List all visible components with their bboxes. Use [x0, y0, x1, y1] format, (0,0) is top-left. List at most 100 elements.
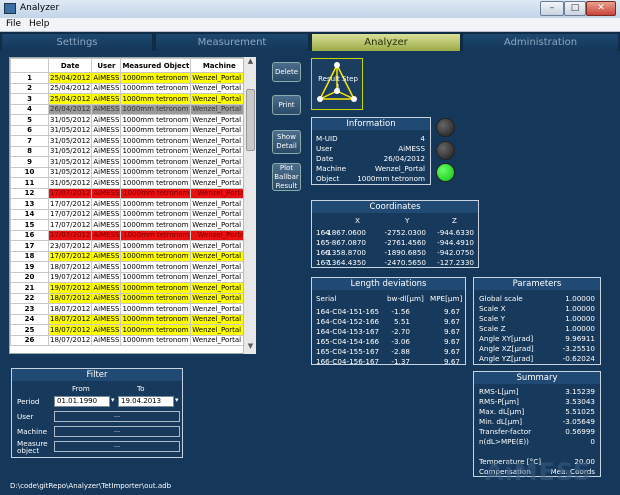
table-row[interactable]: 9 31/05/2012 AiMESS 1000mm tetronom Wenzel_P…: [10, 156, 249, 168]
table-cell: AiMESS: [91, 135, 122, 147]
table-row[interactable]: 1 25/04/2012 AiMESS 1000mm tetronom Wenzel_P…: [10, 72, 249, 84]
table-row[interactable]: 17 23/07/2012 AiMESS 1000mm tetronom Wenzel_…: [10, 240, 249, 252]
row-number: 6: [10, 124, 49, 136]
table-row[interactable]: 20 19/07/2012 AiMESS 1000mm tetronom Wenzel_…: [10, 271, 249, 283]
plot-ballbar-button[interactable]: Plot Ballbar Result: [272, 163, 301, 191]
calendar-icon[interactable]: ▾: [175, 396, 179, 404]
row-number: 14: [10, 208, 49, 220]
table-row[interactable]: 21 19/07/2012 AiMESS 1000mm tetronom Wenzel_…: [10, 282, 249, 294]
table-cell: Wenzel_Portal: [190, 93, 249, 105]
table-cell: Wenzel_Portal: [190, 240, 249, 252]
tab-analyzer[interactable]: Analyzer: [312, 34, 460, 51]
tab-measurement[interactable]: Measurement: [156, 34, 308, 51]
maximize-button[interactable]: □: [564, 1, 586, 16]
menu-help[interactable]: Help: [29, 19, 50, 29]
print-button[interactable]: Print: [272, 95, 301, 115]
status-light-green: [436, 163, 455, 182]
tab-settings[interactable]: Settings: [2, 34, 152, 51]
table-row[interactable]: 6 31/05/2012 AiMESS 1000mm tetronom Wenzel_P…: [10, 124, 249, 136]
table-row[interactable]: 22 18/07/2012 AiMESS 1000mm tetronom Wenzel_…: [10, 292, 249, 304]
table-cell: 1000mm tetronom: [120, 303, 192, 315]
table-cell: AiMESS: [91, 261, 122, 273]
table-cell: AiMESS: [91, 229, 122, 241]
table-cell: Wenzel_Portal: [190, 82, 249, 94]
parameter-value: 1.00000: [565, 314, 595, 323]
scroll-thumb[interactable]: [246, 89, 255, 151]
parameter-value: 9.96911: [565, 334, 595, 343]
table-cell: 1000mm tetronom: [120, 198, 192, 210]
table-row[interactable]: 14 17/07/2012 AiMESS 1000mm tetronom Wenzel_…: [10, 208, 249, 220]
column-header[interactable]: [10, 58, 49, 73]
column-header[interactable]: Machine: [190, 58, 249, 73]
table-cell: 1000mm tetronom: [120, 72, 192, 84]
table-cell: 17/07/2012: [47, 219, 93, 231]
table-row[interactable]: 3 25/04/2012 AiMESS 1000mm tetronom Wenzel_P…: [10, 93, 249, 105]
table-cell: Wenzel_Portal: [190, 303, 249, 315]
table-row[interactable]: 15 17/07/2012 AiMESS 1000mm tetronom Wenzel_…: [10, 219, 249, 231]
table-row[interactable]: 12 17/07/2012 AiMESS 1000mm tetronom Wenzel_…: [10, 187, 249, 199]
table-row[interactable]: 5 31/05/2012 AiMESS 1000mm tetronom Wenzel_P…: [10, 114, 249, 126]
table-row[interactable]: 11 31/05/2012 AiMESS 1000mm tetronom Wenzel_…: [10, 177, 249, 189]
table-row[interactable]: 13 17/07/2012 AiMESS 1000mm tetronom Wenzel_…: [10, 198, 249, 210]
table-row[interactable]: 25 18/07/2012 AiMESS 1000mm tetronom Wenzel_…: [10, 324, 249, 336]
info-value: AiMESS: [398, 144, 425, 153]
period-label: Period: [17, 397, 40, 406]
calendar-icon[interactable]: ▾: [111, 396, 115, 404]
table-cell: Wenzel_Portal: [190, 282, 249, 294]
row-number: 8: [10, 145, 49, 157]
status-light-yellow: [436, 141, 455, 160]
table-cell: 1000mm tetronom: [120, 166, 192, 178]
table-row[interactable]: 26 18/07/2012 AiMESS 1000mm tetronom Wenzel_…: [10, 334, 249, 346]
table-cell: Wenzel_Portal: [190, 166, 249, 178]
table-cell: 18/07/2012: [47, 313, 93, 325]
table-cell: AiMESS: [91, 156, 122, 168]
period-from-input[interactable]: 01.01.1990: [54, 396, 110, 407]
user-select[interactable]: ---: [54, 411, 180, 422]
table-scrollbar[interactable]: ▲ ▼: [243, 57, 256, 354]
parameters-title: Parameters: [474, 278, 600, 290]
table-cell: 1000mm tetronom: [120, 135, 192, 147]
table-row[interactable]: 7 31/05/2012 AiMESS 1000mm tetronom Wenzel_P…: [10, 135, 249, 147]
table-cell: Wenzel_Portal: [190, 103, 249, 115]
table-row[interactable]: 16 17/07/2012 AiMESS 1000mm tetronom Wenzel_…: [10, 229, 249, 241]
table-cell: 1000mm tetronom: [120, 292, 192, 304]
measure-object-select[interactable]: ---: [54, 441, 180, 452]
menu-file[interactable]: File: [6, 19, 21, 29]
show-detail-button[interactable]: Show Detail: [272, 130, 301, 154]
table-row[interactable]: 19 18/07/2012 AiMESS 1000mm tetronom Wenzel_…: [10, 261, 249, 273]
column-header[interactable]: User: [91, 58, 122, 73]
tab-administration[interactable]: Administration: [463, 34, 618, 51]
table-row[interactable]: 23 18/07/2012 AiMESS 1000mm tetronom Wenzel_…: [10, 303, 249, 315]
row-number: 13: [10, 198, 49, 210]
scroll-down-icon[interactable]: ▼: [244, 342, 257, 354]
table-row[interactable]: 10 31/05/2012 AiMESS 1000mm tetronom Wenzel_…: [10, 166, 249, 178]
summary-title: Summary: [474, 372, 600, 384]
table-cell: AiMESS: [91, 303, 122, 315]
close-button[interactable]: ✕: [586, 1, 616, 16]
length-title: Length deviations: [312, 278, 465, 290]
coordinate-y: -2470.5650: [384, 258, 426, 267]
coordinate-header: Y: [405, 216, 410, 225]
length-deviations-panel: Length deviations Serial bw-dl[µm] MPE[µm]…: [311, 277, 466, 366]
row-number: 11: [10, 177, 49, 189]
period-to-input[interactable]: 19.04.2013: [118, 396, 174, 407]
table-cell: 17/07/2012: [47, 229, 93, 241]
scroll-up-icon[interactable]: ▲: [244, 57, 257, 69]
column-header[interactable]: Measured Object: [120, 58, 192, 73]
row-number: 16: [10, 229, 49, 241]
coordinate-x: -1364.4350: [324, 258, 366, 267]
table-row[interactable]: 18 17/07/2012 AiMESS 1000mm tetronom Wenzel_…: [10, 250, 249, 262]
table-cell: AiMESS: [91, 271, 122, 283]
minimize-button[interactable]: –: [540, 1, 564, 16]
delete-button[interactable]: Delete: [272, 62, 301, 82]
result-thumbnail[interactable]: Result Step 1: [311, 58, 363, 110]
machine-select[interactable]: ---: [54, 426, 180, 437]
table-cell: 1000mm tetronom: [120, 282, 192, 294]
table-cell: 25/04/2012: [47, 93, 93, 105]
column-header[interactable]: Date: [47, 58, 93, 73]
table-row[interactable]: 24 18/07/2012 AiMESS 1000mm tetronom Wenzel_…: [10, 313, 249, 325]
parameter-value: -0.62024: [562, 354, 595, 363]
table-row[interactable]: 8 31/05/2012 AiMESS 1000mm tetronom Wenzel_P…: [10, 145, 249, 157]
table-row[interactable]: 2 25/04/2012 AiMESS 1000mm tetronom Wenzel_P…: [10, 82, 249, 94]
table-row[interactable]: 4 26/04/2012 AiMESS 1000mm tetronom Wenzel_P…: [10, 103, 249, 115]
